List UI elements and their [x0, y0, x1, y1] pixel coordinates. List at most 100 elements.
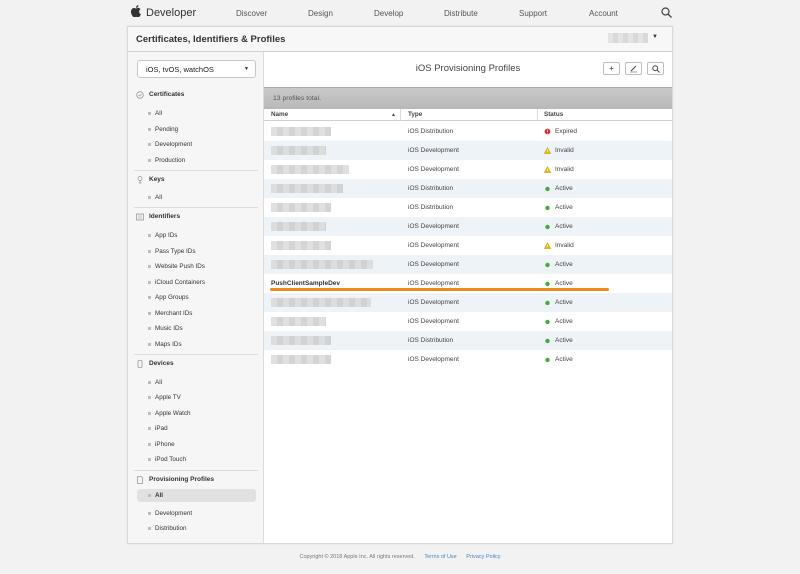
table-row[interactable]: iOS Development Active: [264, 312, 672, 331]
sidebar-divider: [134, 170, 258, 171]
profile-type: iOS Development: [408, 147, 459, 154]
bullet-icon: [148, 127, 151, 131]
column-separator: [400, 109, 401, 121]
table-row[interactable]: iOS Development Active: [264, 293, 672, 312]
sidebar-item-ipad[interactable]: iPad: [148, 425, 168, 432]
nav-discover[interactable]: Discover: [236, 9, 267, 18]
bullet-icon: [148, 264, 151, 268]
sidebar-item-keys-all[interactable]: All: [148, 194, 162, 201]
certificate-icon: [136, 91, 144, 99]
platform-select-value: iOS, tvOS, watchOS: [146, 65, 214, 74]
table-row[interactable]: iOS Development Active: [264, 255, 672, 274]
sidebar-item-merchant-ids[interactable]: Merchant IDs: [148, 310, 192, 317]
warning-icon: [544, 147, 551, 154]
sidebar-item-certificates-development[interactable]: Development: [148, 141, 192, 148]
profile-name-redacted: [271, 355, 331, 364]
table-row[interactable]: iOS Distribution Active: [264, 331, 672, 350]
id-card-icon: [136, 213, 144, 221]
terms-of-use-link[interactable]: Terms of Use: [424, 554, 456, 560]
table-row[interactable]: iOS Development Invalid: [264, 141, 672, 160]
profile-type: iOS Development: [408, 280, 459, 287]
profile-name-redacted: [271, 241, 331, 250]
sort-ascending-icon[interactable]: ▲: [391, 112, 396, 118]
bullet-icon: [148, 342, 151, 346]
table-row[interactable]: iOS Development Invalid: [264, 160, 672, 179]
profile-status: Active: [555, 261, 573, 268]
profile-type: iOS Development: [408, 242, 459, 249]
active-status-icon: [545, 205, 550, 211]
column-separator: [537, 109, 538, 121]
active-status-icon: [545, 357, 550, 363]
table-row[interactable]: iOS Distribution Active: [264, 179, 672, 198]
profile-status: Active: [555, 356, 573, 363]
nav-develop[interactable]: Develop: [374, 9, 403, 18]
developer-brand[interactable]: Developer: [146, 7, 196, 19]
search-icon[interactable]: [661, 7, 672, 18]
main-card: Certificates, Identifiers & Profiles ▼ i…: [127, 26, 673, 544]
pencil-icon: [630, 65, 637, 73]
bullet-icon: [148, 158, 151, 162]
nav-account[interactable]: Account: [589, 9, 618, 18]
privacy-policy-link[interactable]: Privacy Policy: [466, 554, 500, 560]
caret-down-icon[interactable]: ▼: [652, 34, 658, 40]
sidebar-item-devices-all[interactable]: All: [148, 379, 162, 386]
active-status-icon: [545, 281, 550, 287]
profile-type: iOS Development: [408, 261, 459, 268]
nav-support[interactable]: Support: [519, 9, 547, 18]
highlight-underline: [270, 288, 609, 291]
profile-status: Active: [555, 337, 573, 344]
table-row[interactable]: iOS Distribution Expired: [264, 122, 672, 141]
active-status-icon: [545, 224, 550, 230]
active-status-icon: [545, 262, 550, 268]
error-icon: [544, 128, 551, 135]
copyright-text: Copyright © 2018 Apple Inc. All rights r…: [299, 554, 415, 560]
table-row[interactable]: iOS Development Active: [264, 217, 672, 236]
sidebar-item-app-ids[interactable]: App IDs: [148, 232, 177, 239]
warning-icon: [544, 242, 551, 249]
nav-design[interactable]: Design: [308, 9, 333, 18]
sidebar-item-maps-ids[interactable]: Maps IDs: [148, 341, 182, 348]
table-header: Name ▲ Type Status: [264, 109, 672, 121]
sidebar-item-icloud-containers[interactable]: iCloud Containers: [148, 279, 205, 286]
sidebar-item-ipod-touch[interactable]: iPod Touch: [148, 456, 186, 463]
profile-name-redacted: [271, 336, 331, 345]
sidebar-item-pass-type-ids[interactable]: Pass Type IDs: [148, 248, 195, 255]
sidebar-item-apple-tv[interactable]: Apple TV: [148, 394, 181, 401]
search-button[interactable]: [647, 62, 664, 75]
table-row[interactable]: iOS Development Invalid: [264, 236, 672, 255]
profile-status: Active: [555, 318, 573, 325]
table-row[interactable]: iOS Distribution Active: [264, 198, 672, 217]
column-header-type[interactable]: Type: [408, 111, 422, 118]
sidebar-item-app-groups[interactable]: App Groups: [148, 294, 189, 301]
sidebar-item-certificates-all[interactable]: All: [148, 110, 162, 117]
table-row[interactable]: iOS Development Active: [264, 350, 672, 369]
sidebar-item-certificates-production[interactable]: Production: [148, 157, 185, 164]
sidebar-item-music-ids[interactable]: Music IDs: [148, 325, 183, 332]
account-menu-redacted[interactable]: [608, 33, 648, 43]
sidebar: iOS, tvOS, watchOS ▼ Certificates All Pe…: [128, 52, 264, 543]
bullet-icon: [148, 195, 151, 199]
profile-status: Expired: [555, 128, 578, 135]
top-navigation: Developer Discover Design Develop Distri…: [0, 0, 800, 26]
edit-button[interactable]: [625, 62, 642, 75]
platform-select[interactable]: iOS, tvOS, watchOS ▼: [137, 60, 256, 78]
bullet-icon: [148, 526, 151, 530]
column-header-name[interactable]: Name: [271, 111, 288, 118]
sidebar-item-iphone[interactable]: iPhone: [148, 441, 175, 448]
sidebar-item-profiles-all[interactable]: All: [137, 489, 256, 502]
document-icon: [137, 476, 143, 484]
profile-type: iOS Distribution: [408, 128, 454, 135]
sidebar-item-profiles-development[interactable]: Development: [148, 510, 192, 517]
bullet-icon: [148, 233, 151, 237]
column-header-status[interactable]: Status: [544, 111, 563, 118]
card-header: Certificates, Identifiers & Profiles ▼: [128, 27, 672, 52]
sidebar-item-certificates-pending[interactable]: Pending: [148, 126, 178, 133]
apple-logo-icon[interactable]: [131, 5, 141, 17]
sidebar-item-apple-watch[interactable]: Apple Watch: [148, 410, 190, 417]
add-button[interactable]: +: [603, 62, 620, 75]
nav-distribute[interactable]: Distribute: [444, 9, 478, 18]
sidebar-item-website-push-ids[interactable]: Website Push IDs: [148, 263, 205, 270]
bullet-icon: [148, 142, 151, 146]
active-status-icon: [545, 338, 550, 344]
sidebar-item-profiles-distribution[interactable]: Distribution: [148, 525, 187, 532]
